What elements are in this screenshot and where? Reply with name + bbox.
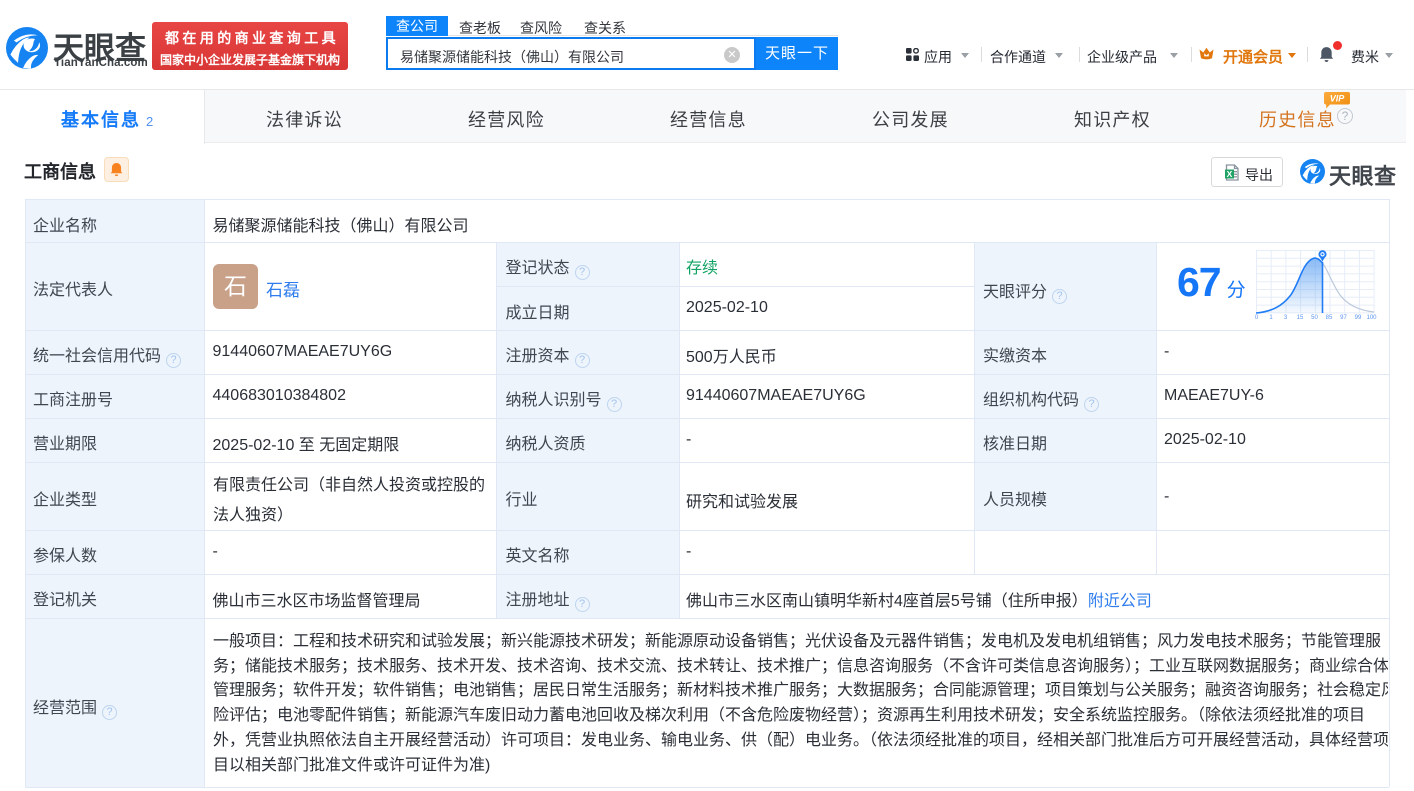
svg-text:X: X [1227, 169, 1233, 179]
svg-text:VIP: VIP [1330, 94, 1346, 104]
